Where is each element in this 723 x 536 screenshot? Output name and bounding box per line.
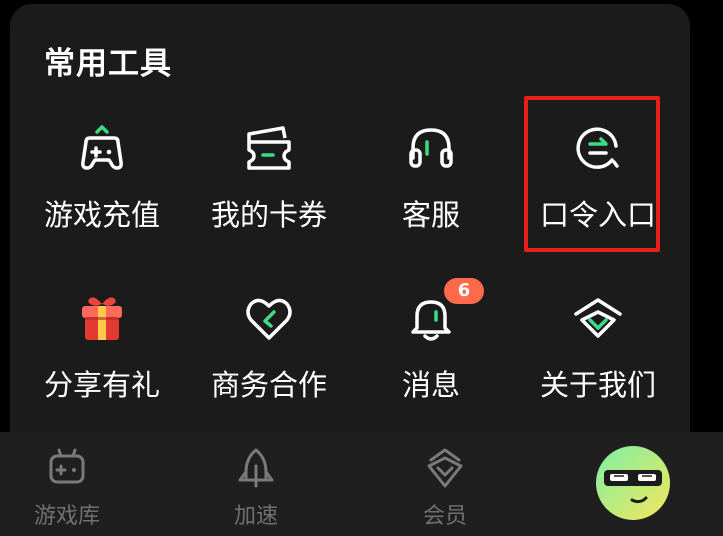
tool-label: 关于我们 bbox=[539, 368, 656, 402]
nav-membership[interactable]: 会员 bbox=[380, 446, 510, 536]
rocket-icon bbox=[234, 446, 278, 490]
nav-label: 加速 bbox=[233, 504, 278, 529]
tool-label: 游戏充值 bbox=[43, 198, 160, 232]
tool-label: 客服 bbox=[401, 198, 460, 232]
nav-game-library[interactable]: 游戏库 bbox=[2, 446, 132, 536]
tool-label: 分享有礼 bbox=[43, 368, 160, 402]
message-count-badge: 6 bbox=[444, 278, 484, 304]
nav-accelerate[interactable]: 加速 bbox=[191, 446, 321, 536]
nav-label: 会员 bbox=[422, 504, 467, 529]
coupon-icon bbox=[241, 120, 297, 176]
tool-label: 商务合作 bbox=[210, 368, 327, 402]
gift-icon bbox=[74, 290, 130, 346]
highlight-box bbox=[524, 96, 660, 252]
tool-share-gift[interactable]: 分享有礼 bbox=[18, 290, 186, 440]
tool-my-coupons[interactable]: 我的卡券 bbox=[185, 120, 353, 270]
heart-handshake-icon bbox=[241, 290, 297, 346]
tool-messages[interactable]: 消息 bbox=[347, 290, 515, 440]
gamepad-icon bbox=[74, 120, 130, 176]
tools-page: 常用工具 游戏充值 我的卡券 客服 口令入口 分享有礼 商务合作 消息 6 关于… bbox=[0, 0, 723, 536]
avatar-sunglasses-icon[interactable] bbox=[594, 444, 672, 522]
nav-label: 游戏库 bbox=[33, 504, 100, 529]
card-title: 常用工具 bbox=[44, 46, 172, 82]
headset-icon bbox=[403, 120, 459, 176]
diamond-icon bbox=[423, 446, 467, 490]
tool-label: 我的卡券 bbox=[210, 198, 327, 232]
logo-icon bbox=[570, 290, 626, 346]
tool-game-recharge[interactable]: 游戏充值 bbox=[18, 120, 186, 270]
tool-business-cooperation[interactable]: 商务合作 bbox=[185, 290, 353, 440]
game-library-icon bbox=[45, 446, 89, 490]
tool-customer-service[interactable]: 客服 bbox=[347, 120, 515, 270]
tool-about-us[interactable]: 关于我们 bbox=[514, 290, 682, 440]
tool-label: 消息 bbox=[401, 368, 460, 402]
